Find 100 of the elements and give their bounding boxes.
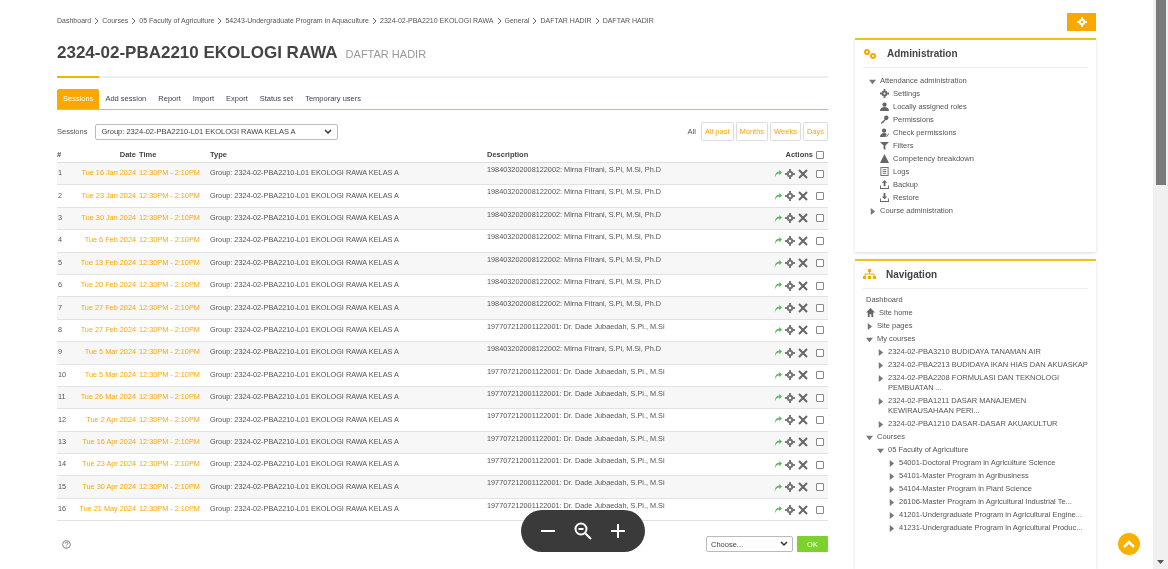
chevron-right-icon [94, 18, 100, 25]
close-icon[interactable] [798, 168, 808, 179]
row-checkbox[interactable] [816, 326, 824, 335]
scrollbar-thumb[interactable] [1155, 0, 1166, 185]
caret-down-icon[interactable] [877, 447, 884, 454]
help-icon[interactable] [62, 539, 71, 549]
settings-icon[interactable] [785, 191, 795, 202]
refresh-icon[interactable] [773, 303, 782, 313]
close-icon[interactable] [798, 280, 808, 291]
row-checkbox[interactable] [816, 259, 824, 268]
caret-right-icon[interactable] [877, 421, 884, 428]
chevron-right-icon [372, 18, 377, 25]
scroll-down-icon[interactable] [1157, 560, 1164, 565]
settings-icon[interactable] [785, 258, 795, 269]
close-icon[interactable] [798, 415, 808, 425]
caret-right-icon[interactable] [888, 525, 895, 532]
caret-down-icon[interactable] [866, 434, 873, 441]
row-checkbox[interactable] [816, 236, 824, 245]
close-icon[interactable] [798, 347, 808, 358]
row-checkbox[interactable] [816, 281, 824, 290]
document-icon [880, 166, 889, 176]
settings-icon[interactable] [785, 303, 795, 314]
refresh-icon[interactable] [773, 213, 782, 223]
close-icon[interactable] [798, 303, 808, 314]
close-icon[interactable] [798, 325, 808, 336]
refresh-icon[interactable] [773, 191, 782, 201]
row-checkbox[interactable] [816, 169, 824, 178]
caret-down-icon[interactable] [866, 336, 873, 343]
row-checkbox[interactable] [816, 192, 824, 201]
row-checkbox[interactable] [816, 460, 824, 469]
row-checkbox[interactable] [816, 371, 824, 380]
refresh-icon[interactable] [773, 258, 782, 268]
close-icon[interactable] [798, 258, 808, 269]
caret-right-icon[interactable] [888, 499, 895, 506]
settings-icon[interactable] [785, 459, 795, 470]
row-checkbox[interactable] [816, 416, 824, 424]
settings-icon[interactable] [785, 325, 795, 336]
refresh-icon[interactable] [773, 370, 782, 380]
caret-right-icon[interactable] [877, 362, 884, 369]
block-title: Navigation [886, 267, 938, 282]
zoom-out-icon[interactable] [574, 522, 592, 540]
caret-right-icon[interactable] [877, 349, 884, 356]
caret-right-icon[interactable] [877, 375, 884, 382]
refresh-icon[interactable] [773, 415, 782, 425]
caret-down-icon[interactable] [869, 77, 876, 85]
row-checkbox[interactable] [816, 348, 824, 357]
caret-right-icon[interactable] [869, 207, 876, 215]
refresh-icon[interactable] [773, 169, 782, 179]
chevron-right-icon [131, 18, 137, 25]
settings-icon[interactable] [785, 504, 795, 515]
close-icon[interactable] [798, 213, 808, 224]
filter-icon [880, 140, 889, 150]
settings-icon[interactable] [785, 482, 795, 493]
close-icon[interactable] [798, 482, 808, 493]
settings-icon[interactable] [785, 392, 795, 403]
close-icon[interactable] [798, 392, 808, 403]
settings-icon[interactable] [785, 415, 795, 425]
row-checkbox[interactable] [816, 483, 824, 492]
refresh-icon[interactable] [773, 325, 782, 335]
caret-right-icon[interactable] [888, 473, 895, 480]
block-title: Administration [887, 47, 958, 61]
settings-icon[interactable] [785, 347, 795, 358]
row-checkbox[interactable] [816, 214, 824, 223]
person-check-icon [880, 127, 889, 137]
refresh-icon[interactable] [773, 281, 782, 291]
row-checkbox[interactable] [816, 393, 824, 402]
select-all-checkbox[interactable] [816, 151, 824, 159]
settings-icon[interactable] [785, 280, 795, 291]
refresh-icon[interactable] [773, 460, 782, 470]
refresh-icon[interactable] [773, 393, 782, 403]
caret-right-icon[interactable] [877, 398, 884, 405]
caret-right-icon[interactable] [866, 323, 873, 330]
chevron-down-icon [780, 541, 788, 548]
row-checkbox[interactable] [816, 505, 824, 514]
refresh-icon[interactable] [773, 236, 782, 246]
close-icon[interactable] [798, 370, 808, 381]
caret-right-icon[interactable] [888, 486, 895, 493]
chevron-right-icon [217, 18, 223, 25]
row-checkbox[interactable] [816, 304, 824, 313]
close-icon[interactable] [798, 235, 808, 246]
refresh-icon[interactable] [773, 437, 782, 447]
settings-icon[interactable] [785, 213, 795, 224]
settings-icon[interactable] [785, 370, 795, 381]
refresh-icon[interactable] [773, 482, 782, 492]
settings-icon[interactable] [785, 437, 795, 448]
caret-right-icon[interactable] [888, 460, 895, 467]
plus-icon[interactable] [610, 523, 626, 539]
refresh-icon[interactable] [773, 505, 782, 515]
close-icon[interactable] [798, 437, 808, 448]
close-icon[interactable] [798, 459, 808, 470]
close-icon[interactable] [798, 191, 808, 202]
close-icon[interactable] [798, 504, 808, 515]
triangle-icon [880, 153, 889, 163]
row-checkbox[interactable] [816, 438, 824, 447]
caret-right-icon[interactable] [888, 512, 895, 519]
settings-icon[interactable] [785, 168, 795, 179]
settings-icon[interactable] [785, 235, 795, 246]
chevron-right-icon [532, 18, 538, 25]
page-title: 2324-02-PBA2210 EKOLOGI RAWA [57, 41, 338, 64]
refresh-icon[interactable] [773, 348, 782, 358]
